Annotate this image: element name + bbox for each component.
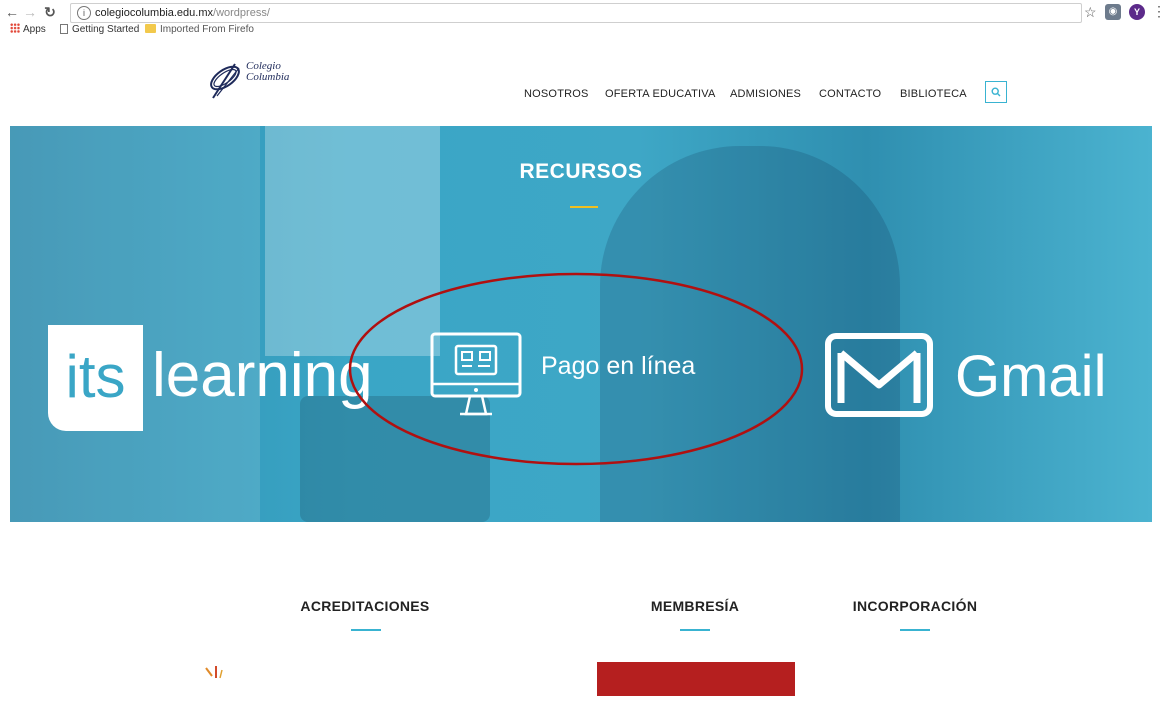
info-icon[interactable]: i xyxy=(77,6,91,20)
its-label: its xyxy=(65,343,126,410)
browser-chrome: ← → ↻ i colegiocolumbia.edu.mx/wordpress/… xyxy=(0,0,1164,41)
bookmark-imported[interactable]: Imported From Firefo xyxy=(145,23,254,37)
url-path: /wordpress/ xyxy=(213,7,270,19)
its-learning-logo[interactable]: its xyxy=(48,325,143,431)
extension-icon[interactable]: ◉ xyxy=(1105,4,1121,20)
hero-photo-shade xyxy=(10,126,260,522)
search-button[interactable] xyxy=(985,81,1007,103)
address-bar[interactable]: i colegiocolumbia.edu.mx/wordpress/ xyxy=(70,3,1082,23)
hero-title-underline xyxy=(570,206,598,208)
section-incorporacion: INCORPORACIÓN xyxy=(852,598,978,614)
membership-logo[interactable] xyxy=(597,662,795,696)
computer-monitor-icon xyxy=(430,332,522,416)
nav-biblioteca[interactable]: BIBLIOTECA xyxy=(900,88,967,100)
folder-icon xyxy=(145,24,156,33)
menu-kebab-icon[interactable]: ⋮ xyxy=(1152,3,1164,20)
learning-label[interactable]: learning xyxy=(152,336,373,416)
gmail-label[interactable]: Gmail xyxy=(955,342,1106,412)
reload-icon[interactable]: ↻ xyxy=(42,4,58,20)
bookmark-apps[interactable]: Apps xyxy=(10,23,46,37)
gmail-link[interactable] xyxy=(825,333,933,422)
bookmark-star-icon[interactable]: ☆ xyxy=(1084,4,1097,21)
accreditation-logo[interactable] xyxy=(200,662,240,696)
apps-grid-icon xyxy=(10,23,20,33)
hero-banner: RECURSOS its learning Pago en línea Gmai… xyxy=(10,126,1152,522)
profile-avatar[interactable]: Y xyxy=(1129,4,1145,20)
logo-text: Colegio Columbia xyxy=(246,60,290,83)
search-icon xyxy=(991,87,1001,97)
pago-en-linea-link[interactable] xyxy=(430,332,522,427)
section-acreditaciones: ACREDITACIONES xyxy=(300,598,430,614)
acreditaciones-underline xyxy=(351,629,381,631)
page-icon xyxy=(60,24,68,34)
nav-admisiones[interactable]: ADMISIONES xyxy=(730,88,801,100)
logo-swoosh-icon xyxy=(210,63,240,99)
pago-en-linea-label[interactable]: Pago en línea xyxy=(541,352,695,381)
envelope-icon xyxy=(825,333,933,417)
forward-arrow-icon[interactable]: → xyxy=(22,4,38,20)
section-membresia: MEMBRESÍA xyxy=(650,598,740,614)
incorporacion-underline xyxy=(900,629,930,631)
accreditation-logo-icon xyxy=(205,666,223,679)
url-domain: colegiocolumbia.edu.mx xyxy=(95,7,214,19)
hero-title: RECURSOS xyxy=(519,160,643,183)
site-logo[interactable]: Colegio Columbia xyxy=(205,58,315,104)
nav-contacto[interactable]: CONTACTO xyxy=(819,88,881,100)
membresia-underline xyxy=(680,629,710,631)
back-arrow-icon[interactable]: ← xyxy=(4,4,20,20)
bookmark-getting-started[interactable]: Getting Started xyxy=(60,23,139,37)
site-header: Colegio Columbia NOSOTROS OFERTA EDUCATI… xyxy=(0,40,1164,126)
nav-oferta-educativa[interactable]: OFERTA EDUCATIVA xyxy=(605,88,716,100)
nav-nosotros[interactable]: NOSOTROS xyxy=(524,88,589,100)
